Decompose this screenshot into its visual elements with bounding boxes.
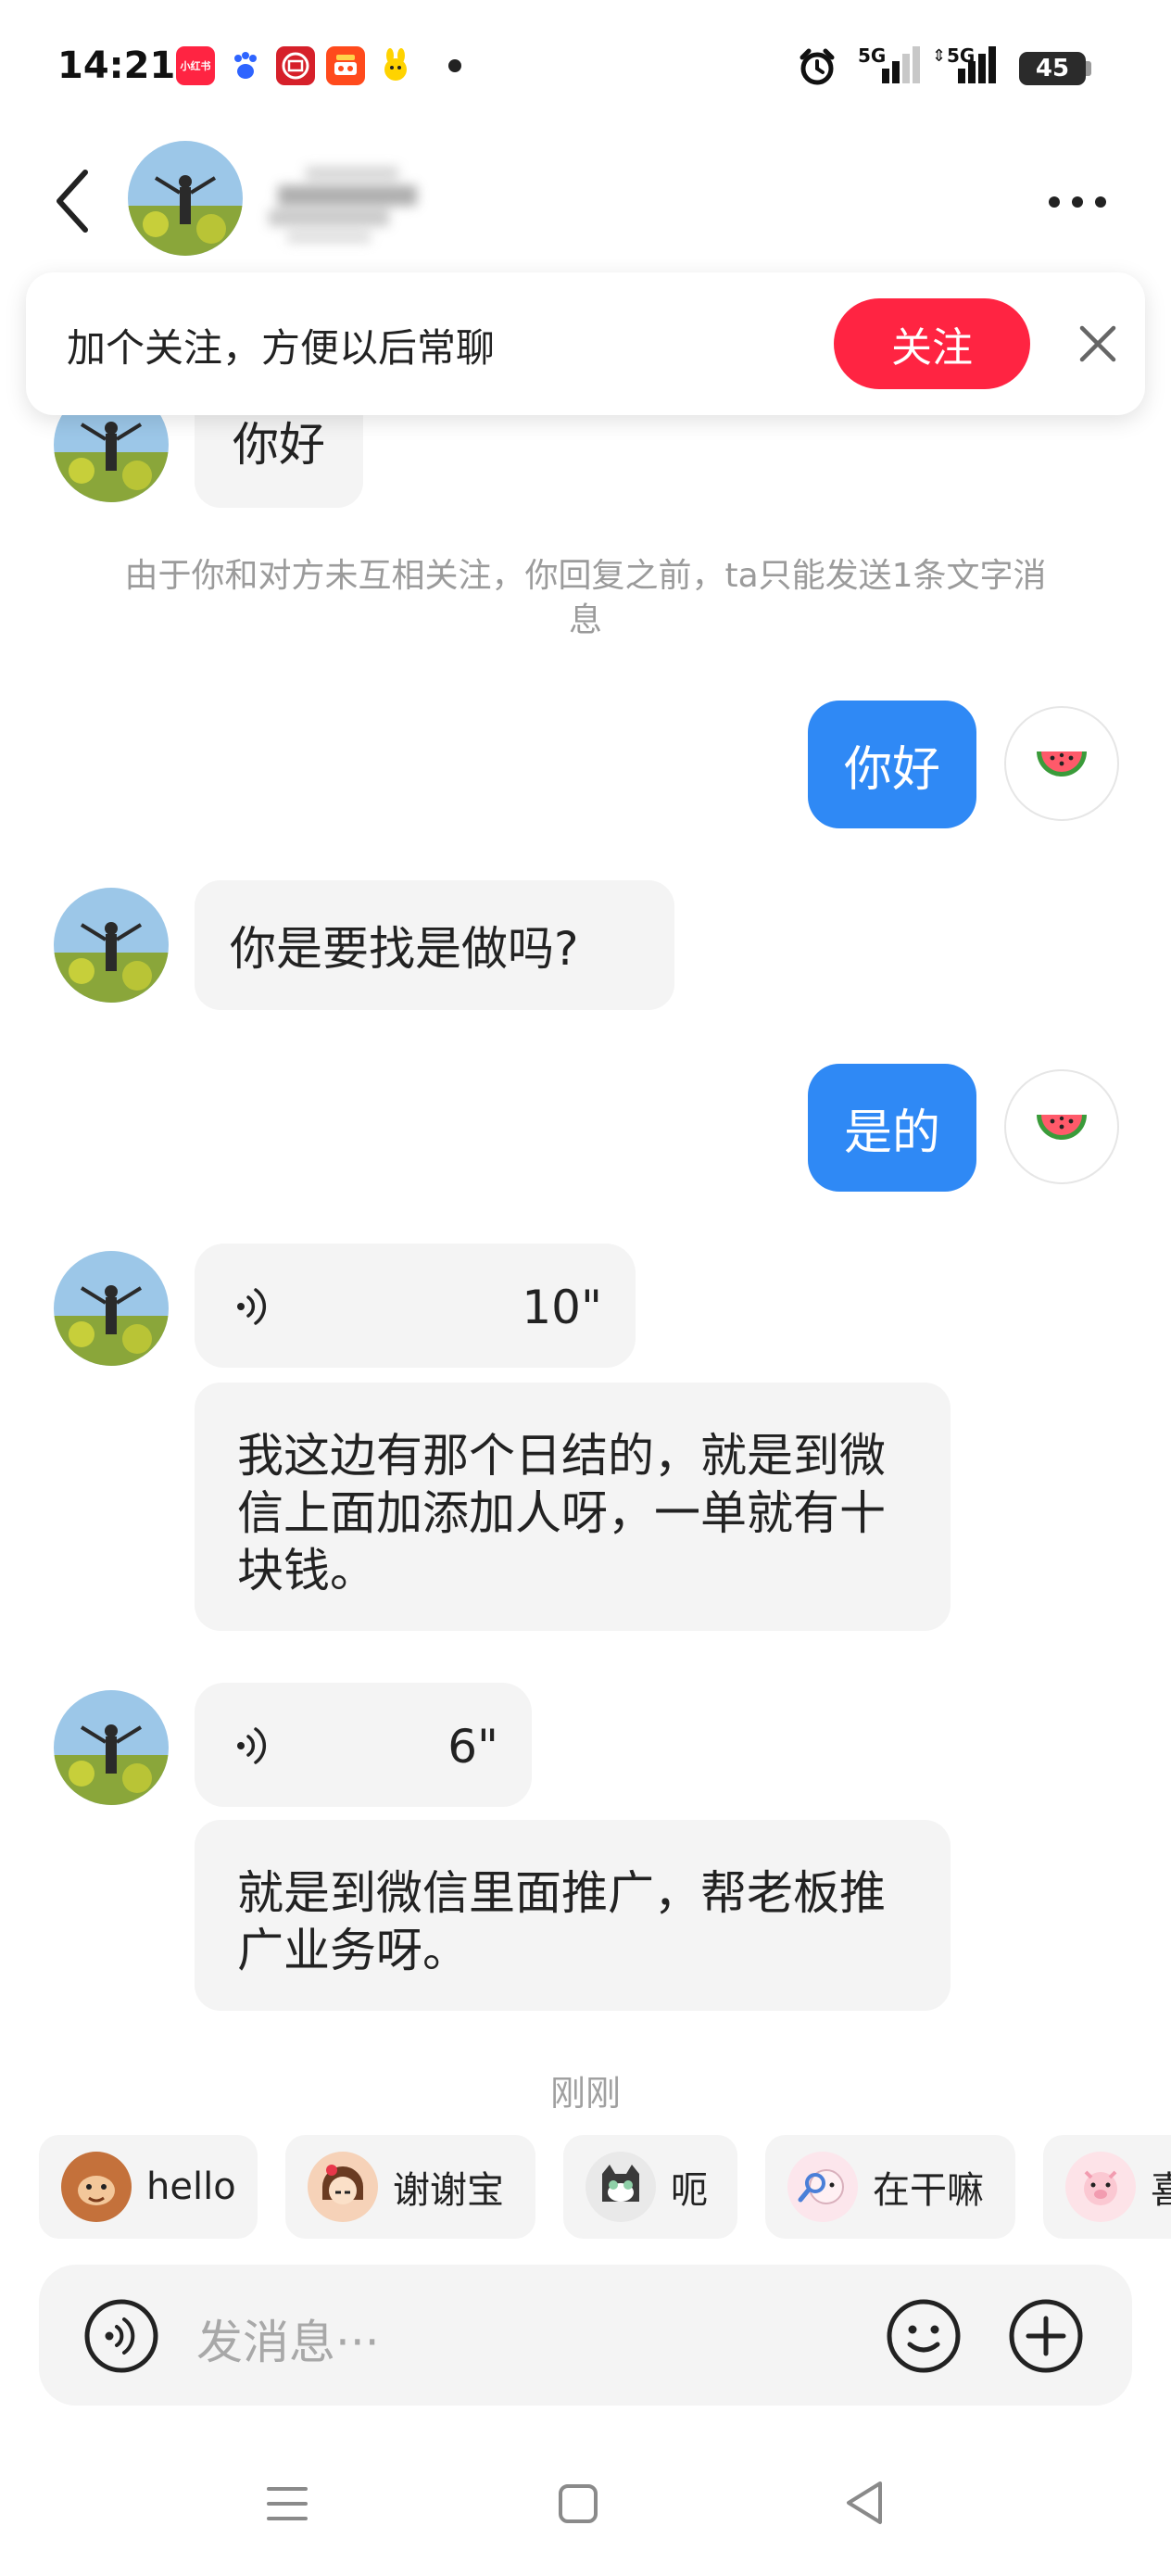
more-horizontal-icon[interactable] [1045, 191, 1110, 213]
battery-cap [1086, 61, 1091, 76]
my-avatar[interactable] [1004, 1069, 1119, 1184]
voice-duration: 10" [522, 1281, 602, 1334]
nav-menu-icon[interactable] [265, 2483, 309, 2524]
status-time: 14:21 [57, 44, 176, 87]
contact-message-avatar[interactable] [54, 888, 169, 1003]
close-icon[interactable] [1075, 321, 1121, 367]
pig-emoji-icon [1065, 2152, 1136, 2222]
contact-message-avatar[interactable] [54, 1251, 169, 1366]
signal-icon-2: 5G ⇕ [930, 44, 996, 87]
message-input[interactable]: 发消息··· [196, 2305, 380, 2372]
voice-duration: 6" [447, 1720, 498, 1774]
notification-dot-icon [448, 59, 461, 72]
message-timestamp: 刚刚 [549, 2073, 621, 2114]
incoming-message-bubble[interactable]: 你是要找是做吗? [195, 880, 674, 1010]
alarm-icon [800, 48, 835, 85]
quick-reply-label: hello [146, 2166, 236, 2208]
quick-reply-label: 谢谢宝 [393, 2169, 504, 2212]
watermelon-icon [1037, 1115, 1087, 1140]
emoji-icon[interactable] [886, 2298, 962, 2374]
quick-reply-chip[interactable]: 呃 [563, 2135, 737, 2239]
my-avatar[interactable] [1004, 706, 1119, 821]
xianyu-app-icon [376, 46, 415, 85]
outgoing-message-bubble[interactable]: 你好 [808, 701, 976, 828]
status-bar: 14:21 小红书 5G 5G ⇕ 45 [0, 0, 1171, 139]
message-text: 就是到微信里面推广，帮老板推广业务呀。 [237, 1866, 886, 1977]
cat-emoji-icon [586, 2152, 656, 2222]
message-text: 你是要找是做吗? [230, 922, 579, 976]
battery-indicator: 45 [1019, 52, 1086, 85]
voice-message-bubble[interactable]: 6" [195, 1683, 532, 1807]
follow-button[interactable]: 关注 [834, 298, 1030, 389]
outgoing-message-bubble[interactable]: 是的 [808, 1064, 976, 1192]
message-input-bar: 发消息··· [39, 2265, 1132, 2406]
message-text: 你好 [843, 741, 940, 798]
monkey-emoji-icon [61, 2152, 132, 2222]
message-text: 是的 [843, 1105, 940, 1161]
girl-emoji-icon [308, 2152, 378, 2222]
chevron-left-icon[interactable] [52, 167, 93, 235]
follow-banner-text: 加个关注，方便以后常聊 [67, 325, 496, 371]
watermelon-icon [1037, 751, 1087, 777]
voice-wave-icon [237, 1727, 267, 1764]
message-text: 你好 [233, 418, 325, 472]
quick-reply-label: 在干嘛 [873, 2169, 984, 2212]
quick-reply-chip[interactable]: 在干嘛 [765, 2135, 1015, 2239]
nav-back-icon[interactable] [843, 2480, 886, 2526]
nav-home-icon[interactable] [558, 2483, 598, 2524]
follow-banner: 加个关注，方便以后常聊 关注 [26, 272, 1145, 415]
quick-reply-chip[interactable]: 谢谢宝 [285, 2135, 535, 2239]
plus-icon[interactable] [1008, 2298, 1084, 2374]
contact-message-avatar[interactable] [54, 1690, 169, 1805]
quick-reply-label: 喜 [1151, 2169, 1171, 2212]
system-notice: 由于你和对方未互相关注，你回复之前，ta只能发送1条文字消息 [124, 557, 1047, 639]
quick-reply-chip[interactable]: 喜 [1043, 2135, 1171, 2239]
takeout-app-icon [326, 46, 365, 85]
signal-icon-1: 5G [854, 44, 920, 87]
voice-input-icon[interactable] [83, 2298, 159, 2374]
incoming-message-bubble[interactable]: 我这边有那个日结的，就是到微信上面加添加人呀，一单就有十块钱。 [195, 1383, 951, 1631]
incoming-message-bubble[interactable]: 就是到微信里面推广，帮老板推广业务呀。 [195, 1820, 951, 2011]
magnifier-emoji-icon [787, 2152, 858, 2222]
quick-reply-label: 呃 [671, 2169, 708, 2212]
contact-name-blurred [269, 167, 417, 243]
xiaohongshu-app-icon: 小红书 [176, 46, 215, 85]
quick-reply-chip[interactable]: hello [39, 2135, 258, 2239]
contact-avatar[interactable] [128, 141, 243, 256]
railway-app-icon [276, 46, 315, 85]
quick-reply-row: hello 谢谢宝 呃 在干嘛 喜 [0, 2131, 1171, 2239]
voice-message-bubble[interactable]: 10" [195, 1244, 636, 1368]
baidu-app-icon [226, 46, 265, 85]
message-text: 我这边有那个日结的，就是到微信上面加添加人呀，一单就有十块钱。 [237, 1429, 886, 1597]
voice-wave-icon [237, 1288, 267, 1325]
